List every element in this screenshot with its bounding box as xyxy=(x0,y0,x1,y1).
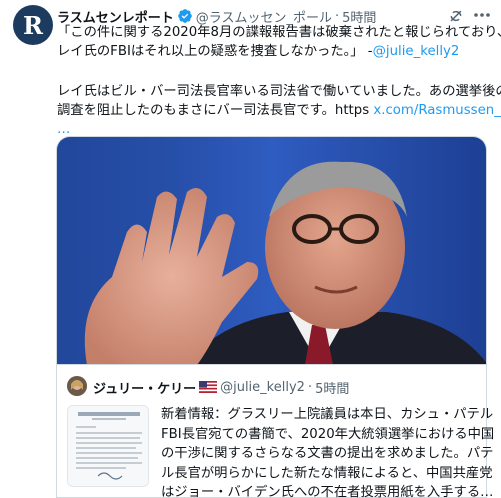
url-link[interactable]: x.com/Rasmussen_Poll xyxy=(373,103,501,118)
quote-line: 新着情報：グラスリー上院議員は本日、カシュ・パテル xyxy=(161,407,494,422)
tweet-line-text: レイ氏のFBIはそれ以上の疑惑を捜査しなかった。」 - xyxy=(57,44,373,59)
tweet[interactable]: R ラスムセンレポート @ラスムッセン_ポール · 5時間 「この件に関する20… xyxy=(0,0,501,498)
quote-line: FBI長官宛ての書簡で、2020年大統領選挙における中国 xyxy=(161,426,495,442)
tweet-line-text: 調査を阻止したのもまさにバー司法長官です。https xyxy=(57,103,374,118)
us-flag-icon xyxy=(199,381,218,393)
tweet-line: 調査を阻止したのもまさにバー司法長官です。https x.com/Rasmuss… xyxy=(57,101,501,120)
quote-text: 新着情報：グラスリー上院議員は本日、カシュ・パテル FBI長官宛ての書簡で、20… xyxy=(161,405,495,498)
quote-header: ジュリー・ケリー @julie_kelly2 · 5時間 xyxy=(93,377,349,397)
ellipsis-link[interactable]: … xyxy=(57,122,70,137)
quote-line: はジョー・バイデン氏への不在者投票用紙を入手する… xyxy=(161,485,494,498)
quote-separator: · xyxy=(307,379,313,395)
tweet-photo[interactable] xyxy=(56,136,487,364)
photo-image xyxy=(57,137,486,364)
quote-line: の干渉に関するさらなる文書の提出を求めました。パテ xyxy=(161,446,494,461)
quote-display-name[interactable]: ジュリー・ケリー xyxy=(93,378,196,397)
quote-avatar[interactable] xyxy=(67,376,87,396)
mention-link[interactable]: @julie_kelly2 xyxy=(373,44,460,59)
tweet-line: レイ氏のFBIはそれ以上の疑惑を捜査しなかった。」 -@julie_kelly2 xyxy=(57,42,492,61)
separator: · xyxy=(335,8,340,24)
tweet-text-continued: レイ氏はビル・バー司法長官率いる司法省で働いていました。あの選挙後の 調査を阻止… xyxy=(57,82,501,139)
tweet-text: 「この件に関する2020年8月の諜報報告書は破棄されたと報じられており、 レイ氏… xyxy=(57,23,501,61)
quoted-tweet[interactable]: ジュリー・ケリー @julie_kelly2 · 5時間 新着情報：グラスリー上… xyxy=(56,364,495,498)
tweet-line: レイ氏はビル・バー司法長官率いる司法省で働いていました。あの選挙後の xyxy=(57,84,501,99)
tweet-line: 「この件に関する2020年8月の諜報報告書は破棄されたと報じられており、 xyxy=(57,25,501,40)
avatar-letter: R xyxy=(23,10,43,40)
quote-line: ル長官が明らかにした新たな情報によると、中国共産党 xyxy=(161,465,493,481)
more-options-icon[interactable] xyxy=(470,6,494,24)
quote-timestamp[interactable]: 5時間 xyxy=(315,378,349,397)
verified-badge-icon xyxy=(177,9,192,23)
quote-handle[interactable]: @julie_kelly2 xyxy=(220,380,305,395)
avatar[interactable]: R xyxy=(13,5,53,45)
quote-document-thumbnail[interactable] xyxy=(67,405,149,487)
